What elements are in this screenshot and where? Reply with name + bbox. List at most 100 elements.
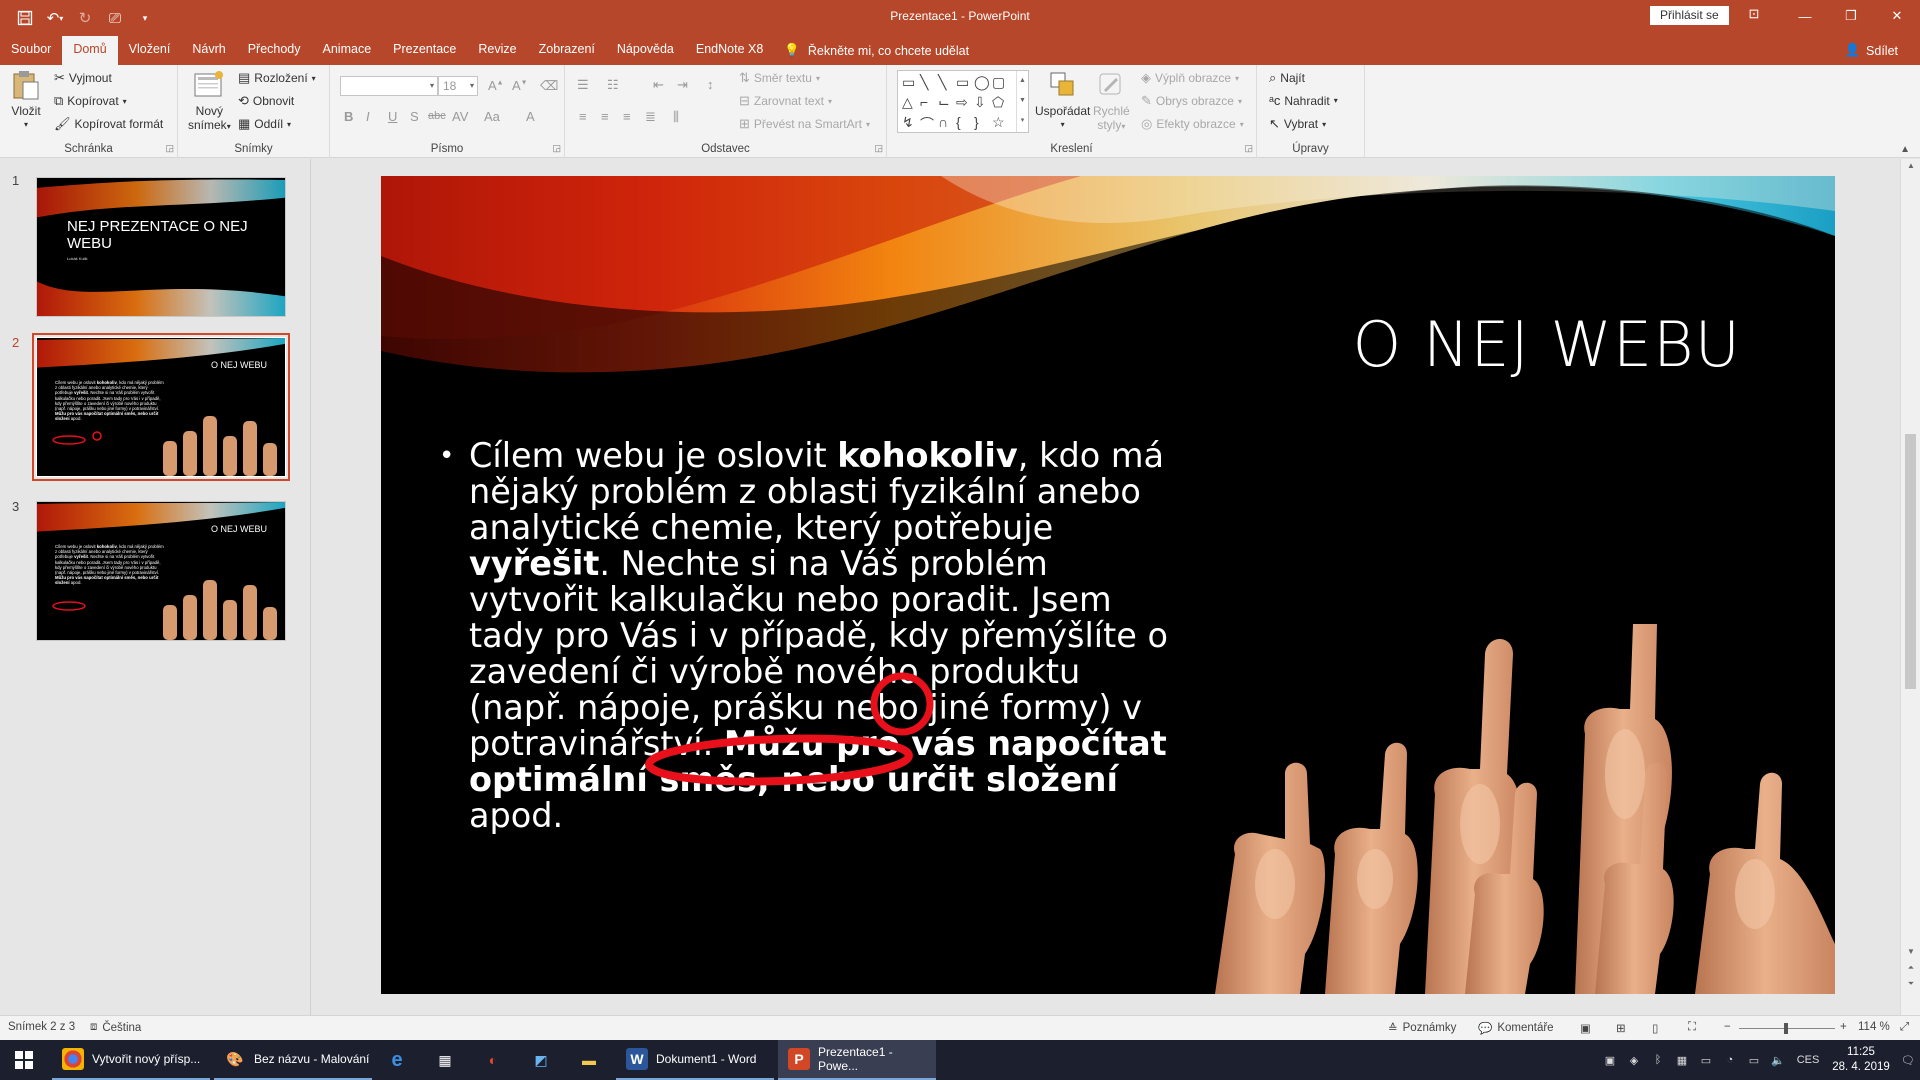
- brace-left-shape-icon[interactable]: {: [956, 114, 974, 134]
- star-shape-icon[interactable]: ☆: [992, 114, 1010, 134]
- oval-shape-icon[interactable]: ◯: [974, 74, 992, 94]
- zoom-in-icon[interactable]: +: [1840, 1021, 1847, 1033]
- tab-slideshow[interactable]: Prezentace: [382, 36, 467, 65]
- grow-font-icon[interactable]: A▲: [488, 78, 504, 93]
- tab-view[interactable]: Zobrazení: [528, 36, 606, 65]
- tab-help[interactable]: Nápověda: [606, 36, 685, 65]
- bold-icon[interactable]: B: [344, 109, 353, 124]
- reading-view-icon[interactable]: ▯: [1652, 1021, 1658, 1035]
- text-shadow-icon[interactable]: S: [410, 109, 419, 124]
- previous-slide-icon[interactable]: ⏶: [1901, 963, 1920, 973]
- taskbar-word[interactable]: W Dokument1 - Word: [616, 1040, 774, 1080]
- taskbar-app[interactable]: ◐: [472, 1040, 516, 1080]
- quick-styles-button[interactable]: Rychlé styly▾: [1093, 69, 1130, 134]
- collapse-ribbon-icon[interactable]: ▲: [1900, 144, 1910, 155]
- section-button[interactable]: ▦ Oddíl ▾: [238, 116, 291, 132]
- slide-thumbnail-3[interactable]: O NEJ WEBU Cílem webu je oslovit kohokol…: [36, 501, 286, 641]
- taskbar-file-explorer[interactable]: ▬: [568, 1040, 612, 1080]
- bluetooth-icon[interactable]: ᛒ: [1646, 1054, 1670, 1066]
- tab-animations[interactable]: Animace: [312, 36, 383, 65]
- text-direction-button[interactable]: ⇅ Směr textu ▾: [739, 70, 820, 86]
- line-shape-icon[interactable]: ╲: [920, 74, 938, 94]
- select-button[interactable]: ↖ Vybrat ▾: [1269, 116, 1326, 132]
- ribbon-display-options-icon[interactable]: ⊡: [1742, 6, 1766, 26]
- elbow-shape-icon[interactable]: ⌐: [920, 94, 938, 114]
- bullets-icon[interactable]: ☰: [577, 77, 589, 93]
- curve-shape-icon[interactable]: ⌒: [920, 114, 938, 134]
- save-icon[interactable]: [12, 5, 38, 31]
- shape-effects-button[interactable]: ◎ Efekty obrazce ▾: [1141, 116, 1244, 132]
- numbering-icon[interactable]: ☷: [607, 77, 619, 93]
- scroll-down-icon[interactable]: ▼: [1901, 947, 1920, 956]
- app-tray-icon[interactable]: ▦: [1670, 1054, 1694, 1067]
- slideshow-icon[interactable]: ⛶: [1688, 1021, 1696, 1034]
- font-name-combo[interactable]: ▾: [340, 76, 438, 96]
- increase-indent-icon[interactable]: ⇥: [677, 77, 688, 93]
- taskbar-powerpoint[interactable]: P Prezentace1 - Powe...: [778, 1040, 936, 1080]
- line-spacing-icon[interactable]: ↕: [707, 77, 714, 92]
- change-case-icon[interactable]: Aa: [484, 109, 500, 124]
- textbox-shape-icon[interactable]: ▭: [902, 74, 920, 94]
- notes-button[interactable]: ≙ Poznámky: [1388, 1021, 1456, 1035]
- convert-smartart-button[interactable]: ⊞ Převést na SmartArt ▾: [739, 116, 870, 132]
- undo-icon[interactable]: ↶ ▾: [42, 5, 68, 31]
- dialog-launcher-icon[interactable]: ◲: [1244, 143, 1253, 154]
- tell-me-box[interactable]: 💡 Řekněte mi, co chcete udělat: [774, 36, 969, 65]
- font-color-icon[interactable]: A: [526, 109, 535, 124]
- tab-design[interactable]: Návrh: [181, 36, 236, 65]
- paste-button[interactable]: Vložit ▾: [10, 69, 42, 132]
- font-size-combo[interactable]: 18 ▾: [438, 76, 478, 96]
- volume-icon[interactable]: 🔈: [1766, 1054, 1790, 1067]
- character-spacing-icon[interactable]: AV: [452, 109, 468, 124]
- rounded-rect-shape-icon[interactable]: ▢: [992, 74, 1010, 94]
- security-icon[interactable]: ◈: [1622, 1054, 1646, 1067]
- freeform-shape-icon[interactable]: ↯: [902, 114, 920, 134]
- line-shape-icon[interactable]: ╲: [938, 74, 956, 94]
- signin-button[interactable]: Přihlásit se: [1650, 6, 1729, 25]
- fit-slide-icon[interactable]: ⤢: [1900, 1021, 1909, 1034]
- replace-button[interactable]: ᵃc Nahradit ▾: [1269, 93, 1338, 108]
- reset-button[interactable]: ⟲ Obnovit: [238, 93, 294, 109]
- taskbar-app[interactable]: ◩: [520, 1040, 564, 1080]
- comments-button[interactable]: 💬 Komentáře: [1478, 1021, 1554, 1035]
- monitor-icon[interactable]: ▭: [1694, 1054, 1718, 1067]
- rectangle-shape-icon[interactable]: ▭: [956, 74, 974, 94]
- tab-file[interactable]: Soubor: [0, 36, 62, 65]
- new-slide-button[interactable]: Nový snímek▾: [188, 69, 231, 134]
- connector-shape-icon[interactable]: ⌙: [938, 94, 956, 114]
- brace-right-shape-icon[interactable]: }: [974, 114, 992, 134]
- pentagon-shape-icon[interactable]: ⬠: [992, 94, 1010, 114]
- dialog-launcher-icon[interactable]: ◲: [552, 143, 561, 154]
- redo-icon[interactable]: ↻: [72, 5, 98, 31]
- taskbar-edge[interactable]: e: [376, 1040, 420, 1080]
- italic-icon[interactable]: I: [366, 109, 370, 124]
- strikethrough-icon[interactable]: abc: [428, 110, 446, 122]
- minimize-icon[interactable]: —: [1782, 0, 1828, 32]
- normal-view-icon[interactable]: ▣: [1580, 1021, 1591, 1035]
- slide-thumbnail-2[interactable]: O NEJ WEBU Cílem webu je oslovit kohokol…: [32, 333, 290, 481]
- arrow-down-shape-icon[interactable]: ⇩: [974, 94, 992, 114]
- columns-icon[interactable]: ⫼: [673, 109, 679, 125]
- tab-insert[interactable]: Vložení: [118, 36, 182, 65]
- scroll-up-icon[interactable]: ▲: [1901, 161, 1920, 170]
- customize-qat-icon[interactable]: ▾: [132, 5, 158, 31]
- triangle-shape-icon[interactable]: △: [902, 94, 920, 114]
- clear-formatting-icon[interactable]: ⌫: [540, 78, 558, 94]
- battery-icon[interactable]: ▭: [1742, 1054, 1766, 1067]
- dialog-launcher-icon[interactable]: ◲: [165, 143, 174, 154]
- shapes-more-icon[interactable]: ▲ ▼ ▾: [1016, 71, 1028, 132]
- close-icon[interactable]: ✕: [1874, 0, 1920, 32]
- arc-shape-icon[interactable]: ∩: [938, 114, 956, 134]
- input-language[interactable]: CES: [1790, 1054, 1826, 1066]
- justify-icon[interactable]: ≣: [645, 109, 656, 125]
- format-painter-button[interactable]: 🖌 Kopírovat formát: [54, 116, 163, 132]
- restore-icon[interactable]: ❐: [1828, 0, 1874, 32]
- cut-button[interactable]: ✂ Vyjmout: [54, 70, 112, 86]
- zoom-slider[interactable]: [1739, 1023, 1835, 1034]
- tab-review[interactable]: Revize: [467, 36, 527, 65]
- copy-button[interactable]: ⧉ Kopírovat ▾: [54, 93, 127, 109]
- start-button[interactable]: [0, 1040, 48, 1080]
- tab-endnote[interactable]: EndNote X8: [685, 36, 774, 65]
- align-center-icon[interactable]: ≡: [601, 109, 609, 124]
- shape-fill-button[interactable]: ◈ Výplň obrazce ▾: [1141, 70, 1239, 86]
